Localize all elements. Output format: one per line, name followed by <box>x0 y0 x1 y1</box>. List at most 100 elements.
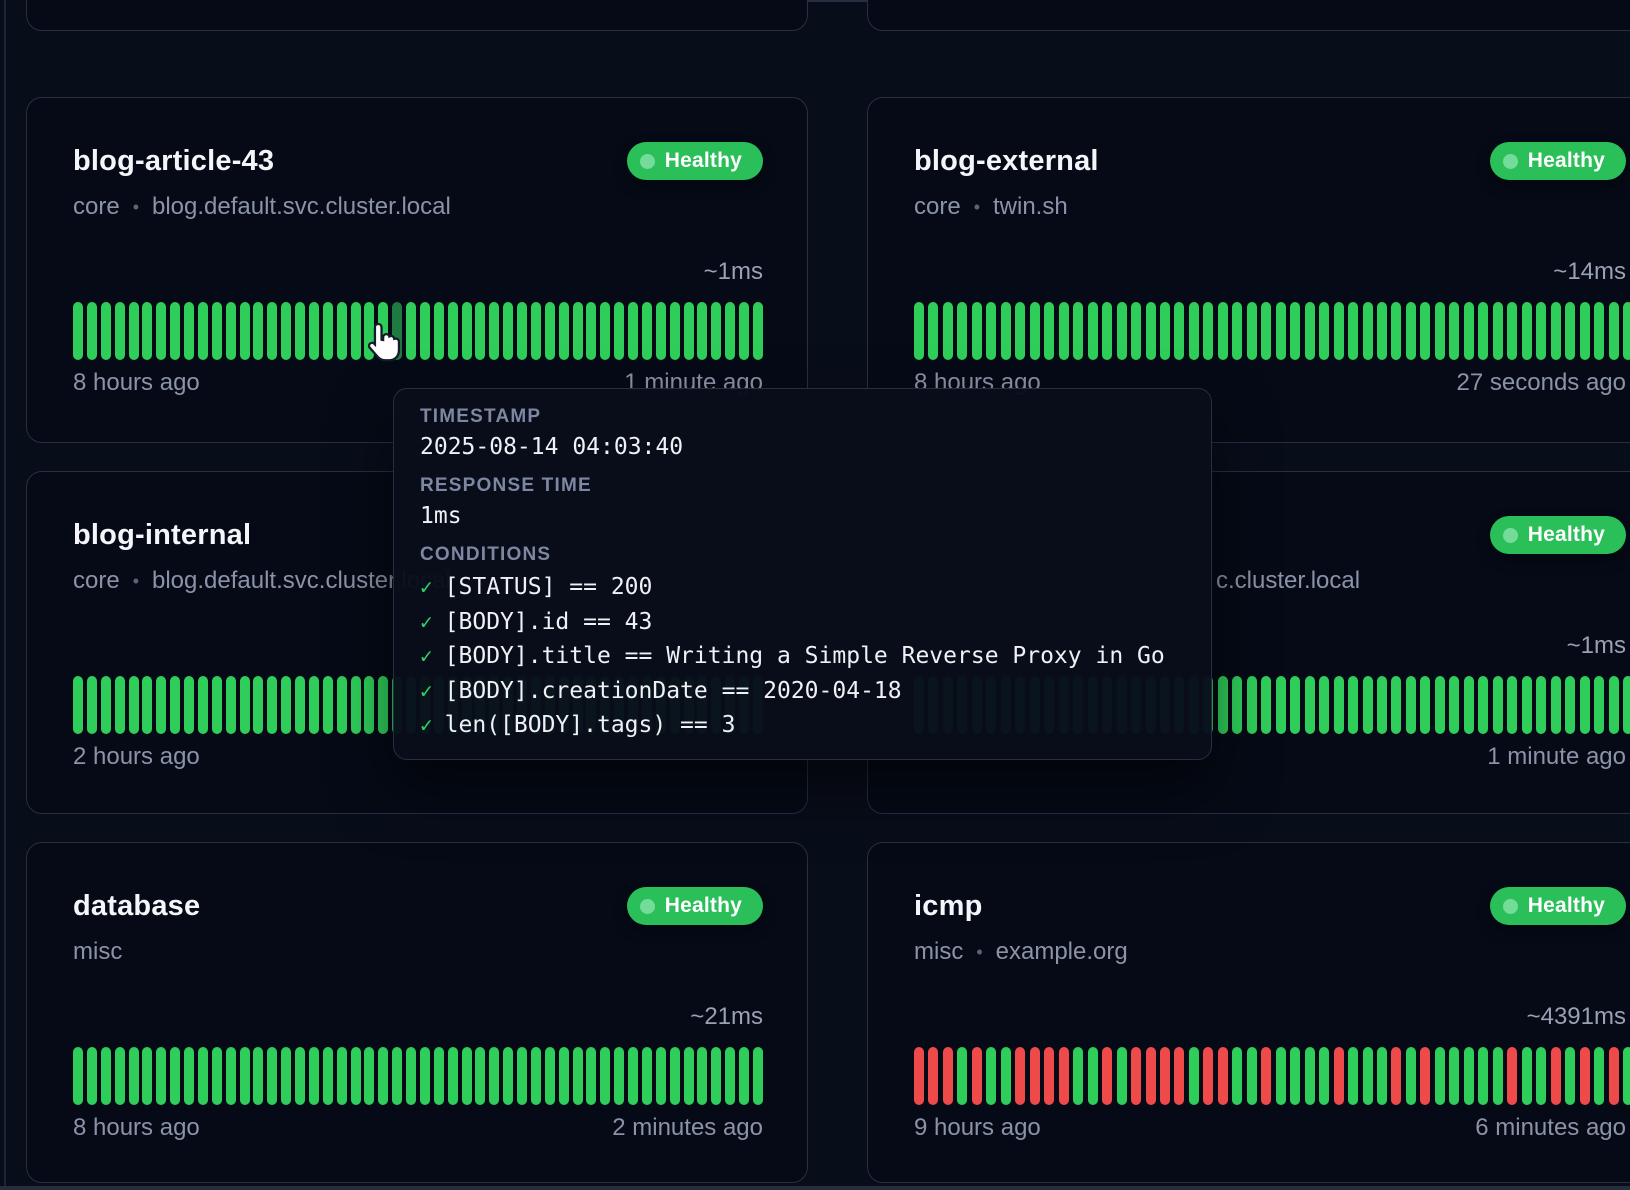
uptime-bar[interactable] <box>337 302 347 360</box>
uptime-bar[interactable] <box>1305 676 1315 734</box>
uptime-bar[interactable] <box>351 1047 361 1105</box>
uptime-bar[interactable] <box>642 1047 652 1105</box>
uptime-bar[interactable] <box>226 676 236 734</box>
uptime-bar[interactable] <box>1088 302 1098 360</box>
uptime-bar[interactable] <box>1247 1047 1257 1105</box>
uptime-bar[interactable] <box>267 1047 277 1105</box>
uptime-bar[interactable] <box>1551 302 1561 360</box>
uptime-bar[interactable] <box>711 302 721 360</box>
uptime-bar[interactable] <box>1536 1047 1546 1105</box>
uptime-bar[interactable] <box>1493 1047 1503 1105</box>
uptime-bar[interactable] <box>986 1047 996 1105</box>
uptime-bar[interactable] <box>129 302 139 360</box>
uptime-bar[interactable] <box>1406 1047 1416 1105</box>
uptime-bar[interactable] <box>1565 302 1575 360</box>
uptime-bar[interactable] <box>1391 302 1401 360</box>
uptime-bar[interactable] <box>1131 1047 1141 1105</box>
uptime-bar[interactable] <box>392 1047 402 1105</box>
uptime-bar[interactable] <box>1290 676 1300 734</box>
uptime-bar[interactable] <box>600 1047 610 1105</box>
uptime-bar[interactable] <box>212 302 222 360</box>
uptime-bar[interactable] <box>1290 302 1300 360</box>
uptime-bar[interactable] <box>73 302 83 360</box>
uptime-bar[interactable] <box>1420 1047 1430 1105</box>
uptime-bar[interactable] <box>1334 1047 1344 1105</box>
uptime-bar[interactable] <box>1580 676 1590 734</box>
uptime-bar[interactable] <box>1117 1047 1127 1105</box>
uptime-bar[interactable] <box>928 302 938 360</box>
uptime-bar[interactable] <box>1565 1047 1575 1105</box>
uptime-bar[interactable] <box>475 302 485 360</box>
uptime-bar[interactable] <box>1493 302 1503 360</box>
uptime-bar[interactable] <box>1536 676 1546 734</box>
uptime-bar[interactable] <box>489 302 499 360</box>
uptime-bar[interactable] <box>240 676 250 734</box>
uptime-bar[interactable] <box>1334 676 1344 734</box>
uptime-bar[interactable] <box>1623 1047 1630 1105</box>
uptime-bar[interactable] <box>129 676 139 734</box>
uptime-bar[interactable] <box>1174 1047 1184 1105</box>
uptime-bar[interactable] <box>1464 302 1474 360</box>
uptime-bar[interactable] <box>1160 302 1170 360</box>
uptime-bar[interactable] <box>1435 1047 1445 1105</box>
uptime-bar[interactable] <box>462 302 472 360</box>
uptime-bar[interactable] <box>1420 676 1430 734</box>
uptime-bar[interactable] <box>101 1047 111 1105</box>
uptime-bar[interactable] <box>406 302 416 360</box>
uptime-bar[interactable] <box>1218 676 1228 734</box>
uptime-bar[interactable] <box>309 1047 319 1105</box>
uptime-bar[interactable] <box>503 1047 513 1105</box>
uptime-bar[interactable] <box>670 302 680 360</box>
uptime-bar[interactable] <box>1030 1047 1040 1105</box>
uptime-bar[interactable] <box>559 302 569 360</box>
uptime-bar[interactable] <box>448 1047 458 1105</box>
uptime-bar[interactable] <box>1363 1047 1373 1105</box>
uptime-bar[interactable] <box>517 1047 527 1105</box>
uptime-bar[interactable] <box>1522 1047 1532 1105</box>
uptime-bar[interactable] <box>1551 1047 1561 1105</box>
uptime-bar[interactable] <box>503 302 513 360</box>
uptime-bar[interactable] <box>87 1047 97 1105</box>
uptime-bar[interactable] <box>364 1047 374 1105</box>
uptime-bar[interactable] <box>1276 1047 1286 1105</box>
uptime-bar[interactable] <box>1580 1047 1590 1105</box>
uptime-bar[interactable] <box>1391 1047 1401 1105</box>
uptime-bar[interactable] <box>142 1047 152 1105</box>
uptime-bar[interactable] <box>1478 676 1488 734</box>
uptime-bar[interactable] <box>1449 676 1459 734</box>
uptime-bar[interactable] <box>170 1047 180 1105</box>
uptime-bar[interactable] <box>87 676 97 734</box>
uptime-bar[interactable] <box>87 302 97 360</box>
uptime-bar[interactable] <box>1131 302 1141 360</box>
uptime-bar[interactable] <box>323 302 333 360</box>
uptime-bar[interactable] <box>1203 302 1213 360</box>
uptime-bar[interactable] <box>1522 676 1532 734</box>
uptime-bar[interactable] <box>1146 1047 1156 1105</box>
uptime-bar[interactable] <box>1073 1047 1083 1105</box>
uptime-bar[interactable] <box>642 302 652 360</box>
uptime-bar[interactable] <box>972 302 982 360</box>
uptime-bar[interactable] <box>364 302 374 360</box>
uptime-bar[interactable] <box>1015 302 1025 360</box>
uptime-bar[interactable] <box>957 302 967 360</box>
uptime-bar[interactable] <box>914 302 924 360</box>
uptime-bar[interactable] <box>1551 676 1561 734</box>
uptime-bar[interactable] <box>267 302 277 360</box>
uptime-bar[interactable] <box>295 302 305 360</box>
uptime-bar[interactable] <box>1059 1047 1069 1105</box>
uptime-bar[interactable] <box>1493 676 1503 734</box>
uptime-bar[interactable] <box>1044 1047 1054 1105</box>
uptime-bar[interactable] <box>73 676 83 734</box>
uptime-bar[interactable] <box>240 302 250 360</box>
uptime-bar[interactable] <box>115 1047 125 1105</box>
uptime-bar[interactable] <box>545 1047 555 1105</box>
uptime-bar[interactable] <box>142 676 152 734</box>
uptime-bar[interactable] <box>928 1047 938 1105</box>
uptime-bar[interactable] <box>1189 302 1199 360</box>
uptime-bar[interactable] <box>1319 1047 1329 1105</box>
uptime-bar[interactable] <box>656 1047 666 1105</box>
uptime-bar[interactable] <box>281 1047 291 1105</box>
uptime-bar[interactable] <box>753 1047 763 1105</box>
uptime-bar[interactable] <box>586 302 596 360</box>
uptime-bar[interactable] <box>198 302 208 360</box>
